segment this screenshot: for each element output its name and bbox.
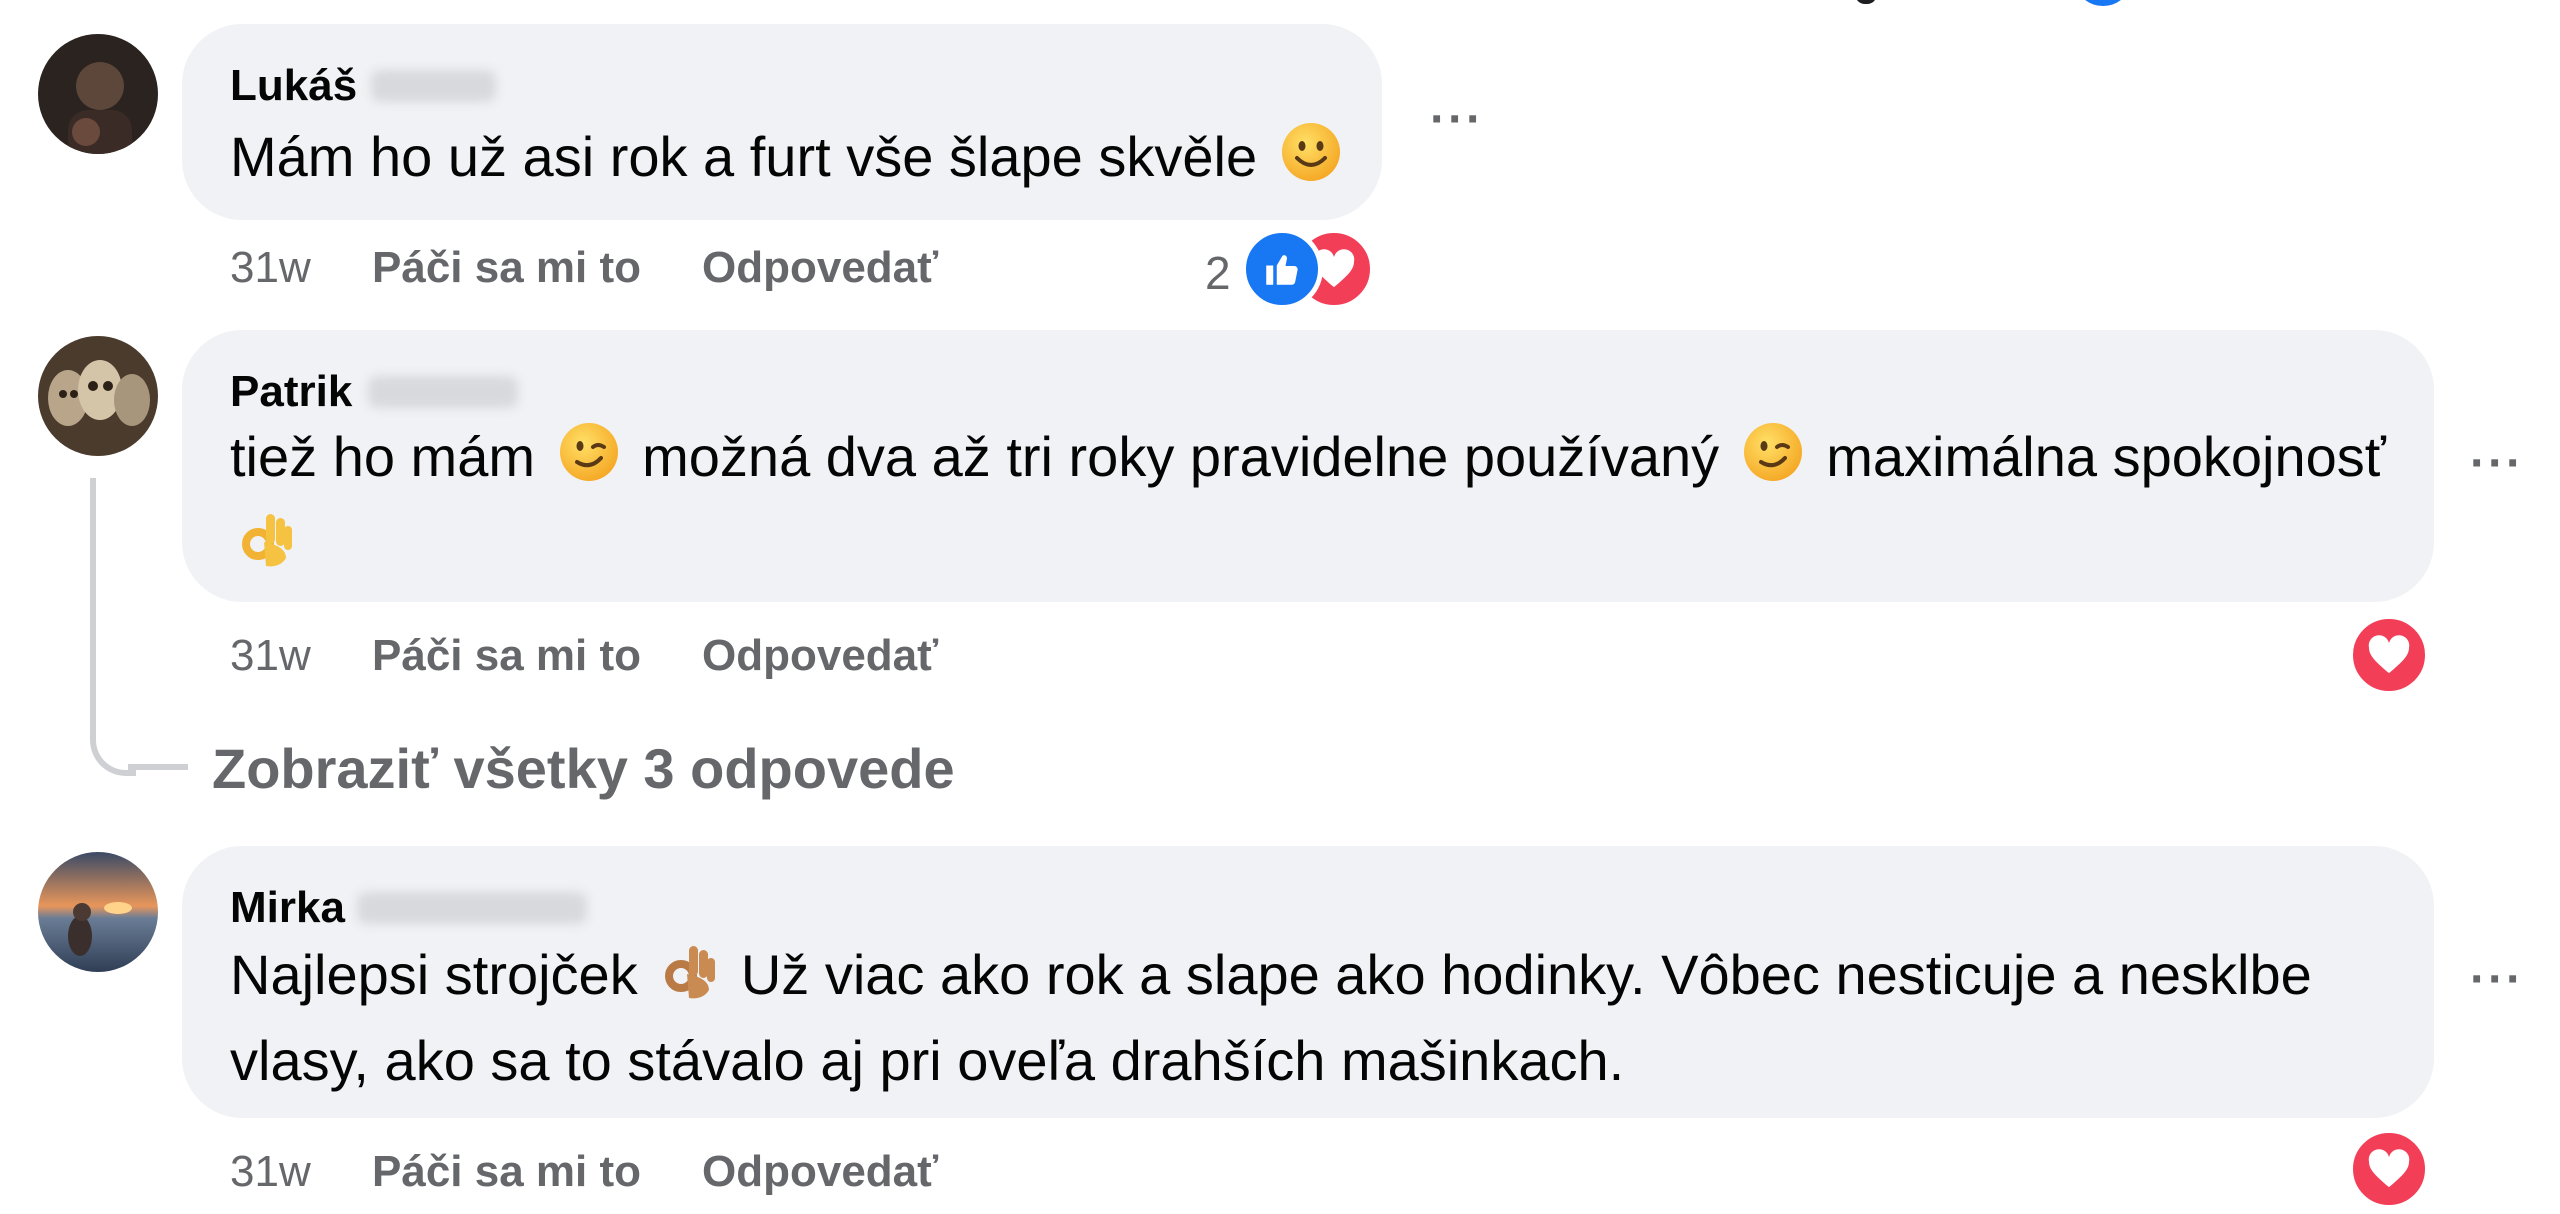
reply-button[interactable]: Odpovedať [702, 1146, 938, 1198]
blurred-surname [371, 70, 497, 102]
more-options-button[interactable]: ··· [1430, 92, 1484, 147]
winking-face-emoji [557, 420, 621, 504]
comment-actions: 31w Páči sa mi to Odpovedať [230, 242, 938, 294]
like-button[interactable]: Páči sa mi to [372, 630, 702, 682]
comment-author[interactable]: Patrik [230, 366, 519, 418]
avatar[interactable] [38, 34, 158, 154]
comment-text: Najlepsi strojček Už viac ako rok a slap… [230, 936, 2400, 1100]
ok-hand-emoji [236, 506, 296, 590]
comment-author[interactable]: Lukáš [230, 60, 497, 112]
ok-hand-emoji [659, 938, 719, 1022]
thread-line-horizontal [128, 764, 188, 770]
reply-button[interactable]: Odpovedať [702, 242, 938, 294]
partial-top-icon [2078, 0, 2128, 6]
winking-face-emoji [1741, 420, 1805, 504]
author-name[interactable]: Patrik [230, 366, 352, 418]
comment-text-content: Najlepsi strojček [230, 943, 638, 1006]
like-button[interactable]: Páči sa mi to [372, 242, 702, 294]
reply-button[interactable]: Odpovedať [702, 630, 938, 682]
comment-text: tiež ho mám možná dva až tri roky pravid… [230, 418, 2400, 590]
comment-text-content: Mám ho už asi rok a furt vše šlape skvěl… [230, 125, 1258, 188]
blurred-surname [368, 376, 519, 408]
like-reaction-icon [1241, 228, 1323, 310]
like-button[interactable]: Páči sa mi to [372, 1146, 702, 1198]
love-reaction-icon[interactable] [2348, 1128, 2430, 1210]
reaction-count: 2 [1205, 247, 1231, 299]
author-name[interactable]: Lukáš [230, 60, 357, 112]
avatar[interactable] [38, 336, 158, 456]
slightly-smiling-face-emoji [1279, 120, 1343, 204]
avatar[interactable] [38, 852, 158, 972]
partial-top-mark [1855, 0, 1877, 4]
thread-line [90, 478, 136, 776]
love-reaction-icon[interactable] [2348, 614, 2430, 696]
reaction-summary[interactable]: 2 [1205, 226, 1395, 316]
comment-actions: 31w Páči sa mi to Odpovedať [230, 630, 938, 682]
author-name[interactable]: Mirka [230, 882, 345, 934]
more-options-button[interactable]: ··· [2470, 952, 2524, 1007]
comment-timestamp[interactable]: 31w [230, 1146, 372, 1198]
blurred-surname [356, 892, 587, 924]
comment-author[interactable]: Mirka [230, 882, 587, 934]
comment-text-content: maximálna spokojnosť [1826, 425, 2386, 488]
more-options-button[interactable]: ··· [2470, 436, 2524, 491]
comment-actions: 31w Páči sa mi to Odpovedať [230, 1146, 938, 1198]
view-all-replies-link[interactable]: Zobraziť všetky 3 odpovede [212, 736, 955, 801]
comment-text-content: tiež ho mám [230, 425, 535, 488]
comment-text: Mám ho už asi rok a furt vše šlape skvěl… [230, 118, 1349, 204]
comment-timestamp[interactable]: 31w [230, 630, 372, 682]
comment-timestamp[interactable]: 31w [230, 242, 372, 294]
comment-text-content: možná dva až tri roky pravidelne používa… [642, 425, 1720, 488]
